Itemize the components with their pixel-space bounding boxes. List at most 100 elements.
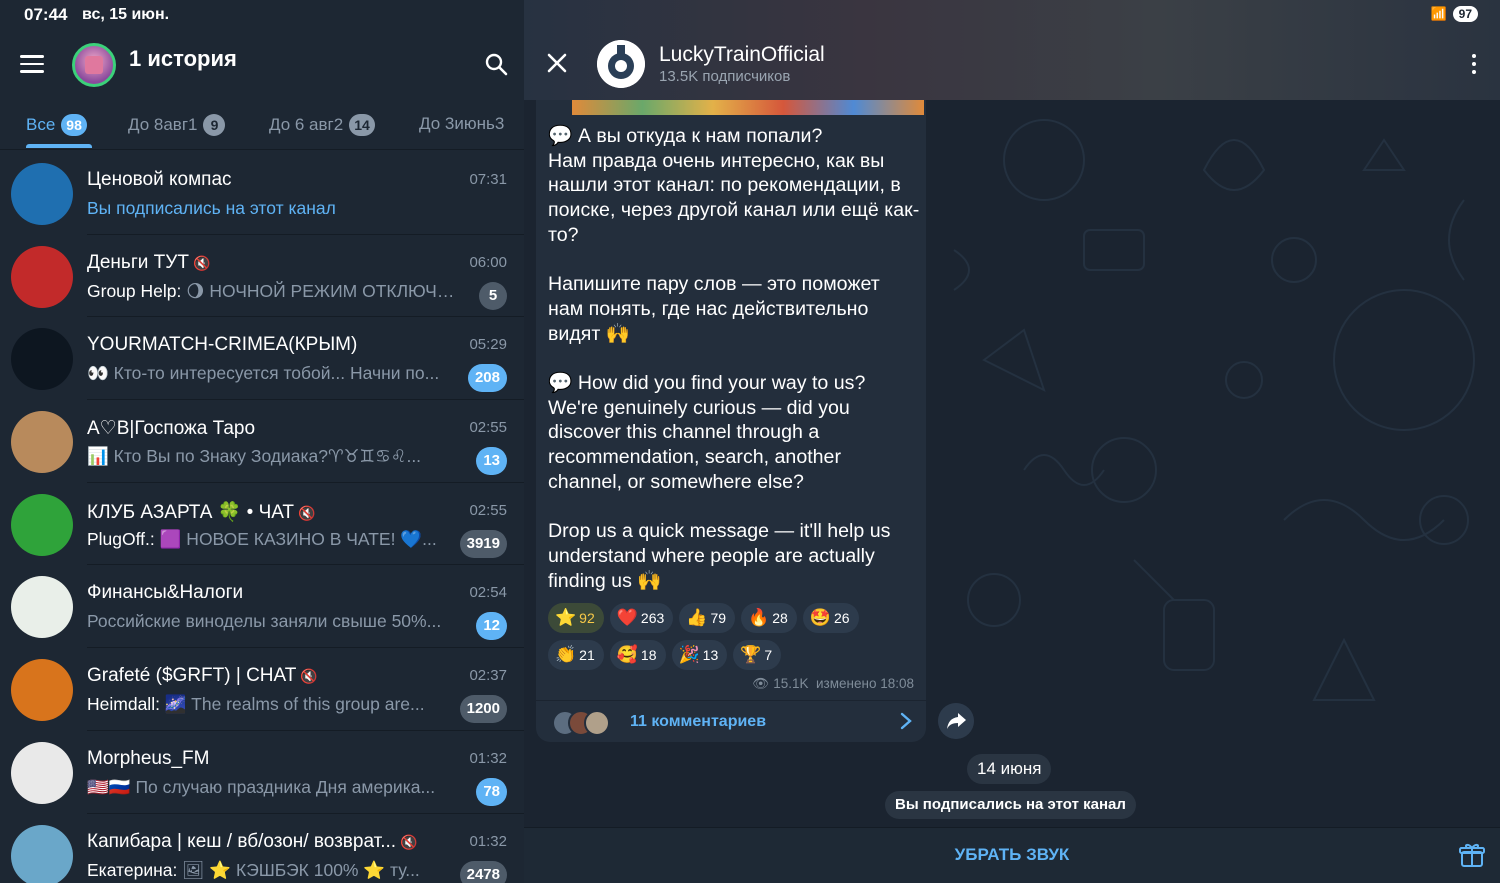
reaction-emoji: 🏆: [740, 645, 762, 664]
story-avatar[interactable]: [72, 43, 116, 87]
more-options-icon[interactable]: [1472, 54, 1478, 76]
chat-row[interactable]: Капибара | кеш / вб/озон/ возврат... 🔇 01:…: [0, 814, 524, 883]
post-image[interactable]: [572, 100, 924, 115]
unread-badge: 12: [476, 612, 507, 641]
chat-time: 06:00: [469, 253, 507, 271]
folder-tabs: Все 98 До 8авг1 9 До 6 авг2 14 До 3июнь3: [0, 100, 524, 150]
reaction-count: 21: [579, 647, 595, 663]
muted-icon: 🔇: [298, 504, 316, 521]
reaction-count: 26: [833, 610, 850, 626]
chat-preview: 👀 Кто-то интересуется тобой... Начни по.…: [87, 363, 440, 384]
chat-name: Ценовой компас: [87, 169, 232, 190]
comments-button[interactable]: 11 комментариев: [536, 700, 926, 742]
status-bar: 07:44 вс, 15 июн.: [0, 0, 524, 30]
tab-folder-1[interactable]: До 8авг1 9: [128, 114, 226, 136]
header-title[interactable]: 1 история: [129, 46, 237, 72]
chat-name: Деньги ТУТ 🔇: [87, 251, 211, 273]
gift-icon[interactable]: [1458, 841, 1486, 869]
reaction-count: 79: [710, 610, 727, 626]
chat-time: 02:55: [469, 419, 507, 437]
chat-row[interactable]: A♡B|Госпожа Таро 02:55 📊 Кто Вы по Знаку З…: [0, 400, 524, 483]
unread-badge: 13: [476, 447, 507, 476]
menu-icon[interactable]: [20, 55, 44, 73]
chat-avatar: [11, 576, 73, 639]
tab-badge: 14: [349, 114, 375, 136]
channel-name[interactable]: LuckyTrainOfficial: [659, 43, 825, 67]
reaction-count: 7: [764, 647, 773, 663]
chat-name: КЛУБ АЗАРТА 🍀 • ЧАТ 🔇: [87, 501, 316, 523]
date-separator: 14 июня: [967, 754, 1052, 784]
reaction-chip[interactable]: 🎉 13: [671, 640, 728, 670]
channel-view: 📶 97 LuckyTrainOfficial 13.5K подписчико…: [524, 0, 1500, 883]
chat-list-panel: 07:44 вс, 15 июн. 1 история Все 98 До 8а…: [0, 0, 524, 883]
commenter-avatars: [552, 710, 622, 736]
bottom-bar: УБРАТЬ ЗВУК: [524, 827, 1500, 883]
active-tab-indicator: [26, 144, 92, 148]
chat-row[interactable]: Ценовой компас 07:31 Вы подписались на это…: [0, 152, 524, 235]
channel-post: 💬 А вы откуда к нам попали? Нам правда о…: [536, 100, 926, 742]
chat-preview: Group Help: 🌖 НОЧНОЙ РЕЖИМ ОТКЛЮЧЕН: [87, 280, 459, 301]
chat-name: Капибара | кеш / вб/озон/ возврат... 🔇: [87, 830, 418, 852]
chat-row[interactable]: КЛУБ АЗАРТА 🍀 • ЧАТ 🔇 02:55 PlugOff.: 🟪 НОВ…: [0, 483, 524, 566]
reaction-count: 28: [772, 610, 788, 626]
chat-preview: Екатерина: 🖼 ⭐ КЭШБЭК 100% ⭐ ту...: [87, 859, 420, 880]
tab-badge: 98: [61, 114, 87, 136]
reaction-chip[interactable]: 👍 79: [679, 603, 736, 633]
chat-avatar: [11, 493, 73, 556]
chevron-right-icon: [900, 712, 912, 730]
chat-row[interactable]: YOURMATCH-CRIMEA(КРЫМ) 05:29 👀 Кто-то инте…: [0, 317, 524, 401]
close-icon[interactable]: [546, 52, 568, 74]
channel-subscribers: 13.5K подписчиков: [659, 68, 791, 85]
reaction-chip[interactable]: 🤩 26: [802, 603, 859, 633]
chat-row[interactable]: Grafeté ($GRFT) | CHAT 🔇 02:37 Heimdall: 🌌 …: [0, 648, 524, 731]
chat-time: 02:37: [469, 667, 507, 685]
chat-name: A♡B|Госпожа Таро: [87, 418, 256, 440]
chat-avatar: [11, 163, 73, 225]
channel-header: 📶 97 LuckyTrainOfficial 13.5K подписчико…: [524, 0, 1500, 100]
unread-badge: 5: [479, 281, 507, 310]
unread-badge: 3919: [459, 529, 507, 558]
reaction-chip[interactable]: 🔥 28: [741, 603, 797, 633]
search-icon[interactable]: [484, 52, 508, 76]
reaction-chip[interactable]: 🏆 7: [733, 640, 782, 670]
chat-avatar: [11, 245, 73, 308]
reaction-chip[interactable]: 🥰 18: [609, 640, 666, 670]
tab-all[interactable]: Все 98: [26, 114, 87, 136]
chat-row[interactable]: Деньги ТУТ 🔇 06:00 Group Help: 🌖 НОЧНОЙ РЕЖ…: [0, 235, 524, 318]
chat-time: 01:32: [469, 749, 507, 767]
unread-badge: 78: [476, 777, 507, 806]
chat-list-header: 1 история: [0, 30, 524, 100]
post-text: 💬 А вы откуда к нам попали? Нам правда о…: [548, 125, 920, 592]
battery-indicator: 97: [1452, 6, 1478, 22]
chat-name: Morpheus_FM: [87, 747, 210, 769]
chat-avatar: [11, 328, 73, 391]
reaction-chip[interactable]: 👏 21: [548, 640, 604, 670]
channel-avatar[interactable]: [597, 40, 645, 88]
reaction-chip[interactable]: ⭐ 92: [548, 603, 604, 633]
tab-label: До 8авг1: [128, 115, 198, 134]
reaction-emoji: ❤️: [616, 608, 638, 627]
chat-time: 05:29: [469, 336, 507, 354]
reaction-count: 13: [702, 647, 719, 663]
tab-label: До 3июнь3: [419, 114, 505, 133]
status-date: вс, 15 июн.: [82, 6, 170, 23]
chat-row[interactable]: Финансы&Налоги 02:54 Российские виноделы з…: [0, 565, 524, 649]
chat-row[interactable]: Morpheus_FM 01:32 🇺🇸🇷🇺 По случаю праздника…: [0, 731, 524, 814]
reaction-emoji: ⭐: [555, 608, 577, 627]
chat-time: 07:31: [469, 171, 507, 188]
wifi-icon: 📶: [1430, 6, 1447, 21]
tab-folder-2[interactable]: До 6 авг2 14: [269, 114, 375, 136]
service-message: Вы подписались на этот канал: [885, 791, 1136, 819]
tab-folder-3[interactable]: До 3июнь3: [419, 114, 504, 134]
muted-icon: 🔇: [300, 668, 318, 685]
chat-preview: Вы подписались на этот канал: [87, 198, 336, 218]
reaction-emoji: 🥰: [616, 645, 638, 664]
chat-avatar: [11, 659, 73, 722]
chat-sender: Екатерина:: [87, 859, 178, 880]
chat-preview: Российские виноделы заняли свыше 50%...: [87, 611, 442, 632]
chat-time: 02:54: [469, 584, 507, 602]
share-icon[interactable]: [938, 703, 974, 739]
views-icon: 👁: [752, 676, 770, 691]
reaction-chip[interactable]: ❤️ 263: [609, 603, 674, 633]
unmute-button[interactable]: УБРАТЬ ЗВУК: [524, 828, 1500, 883]
